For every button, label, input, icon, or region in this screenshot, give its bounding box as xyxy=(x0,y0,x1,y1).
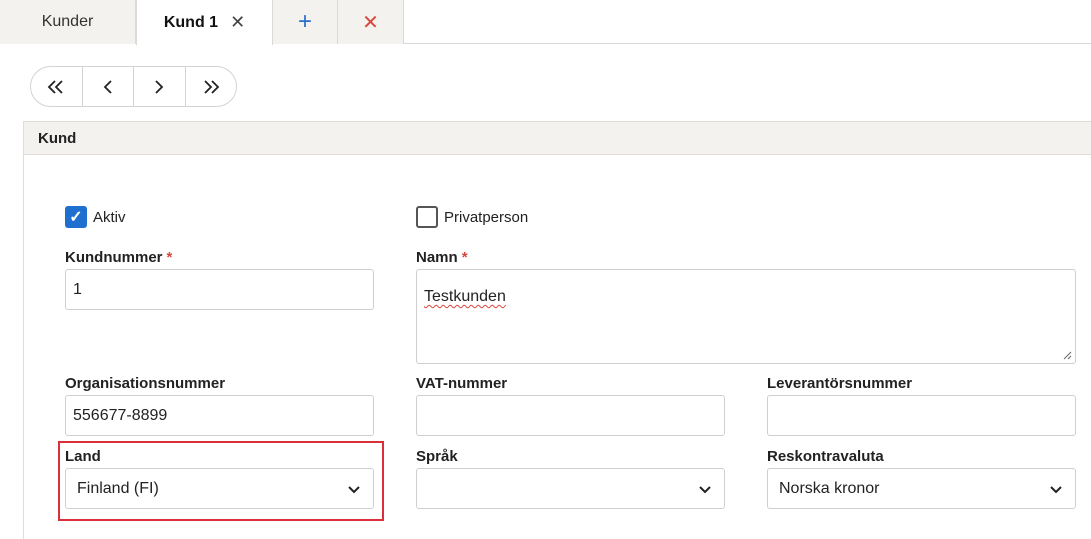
namn-textarea[interactable]: Testkunden xyxy=(416,269,1076,364)
double-chevron-right-icon xyxy=(204,79,220,94)
reskontravaluta-value: Norska kronor xyxy=(779,479,880,497)
vat-nummer-label: VAT-nummer xyxy=(416,375,508,392)
namn-label: Namn * xyxy=(416,249,468,266)
double-chevron-left-icon xyxy=(47,79,63,94)
leverantorsnummer-label: Leverantörsnummer xyxy=(767,375,913,392)
reskontravaluta-label: Reskontravaluta xyxy=(767,448,884,465)
kundnummer-label: Kundnummer * xyxy=(65,249,172,266)
namn-label-text: Namn xyxy=(416,249,458,266)
resize-handle-icon[interactable] xyxy=(1062,350,1072,360)
organisationsnummer-field[interactable]: 556677-8899 xyxy=(65,395,374,436)
panel-title: Kund xyxy=(24,122,1091,155)
plus-icon: + xyxy=(297,8,312,35)
chevron-down-icon xyxy=(1050,486,1062,494)
namn-value: Testkunden xyxy=(424,288,506,305)
add-tab-button[interactable]: + xyxy=(273,0,338,44)
close-icon: ✕ xyxy=(362,11,379,34)
kundnummer-label-text: Kundnummer xyxy=(65,249,163,266)
tab-kunder-label: Kunder xyxy=(41,13,94,30)
last-record-button[interactable] xyxy=(186,67,237,106)
sprak-label: Språk xyxy=(416,448,458,465)
kundnummer-field[interactable]: 1 xyxy=(65,269,374,310)
organisationsnummer-label: Organisationsnummer xyxy=(65,375,226,392)
tab-kund-1-label: Kund 1 xyxy=(163,13,219,31)
close-all-button[interactable]: ✕ xyxy=(338,0,404,44)
next-record-button[interactable] xyxy=(134,67,186,106)
sprak-select[interactable] xyxy=(416,468,725,509)
chevron-left-icon xyxy=(103,79,112,94)
tab-kunder[interactable]: Kunder xyxy=(0,0,136,44)
reskontravaluta-select[interactable]: Norska kronor xyxy=(767,468,1076,509)
tab-bar: Kunder Kund 1 ✕ + ✕ xyxy=(0,0,1091,45)
land-highlight-box xyxy=(58,441,384,521)
kundnummer-value: 1 xyxy=(73,280,82,298)
close-tab-icon[interactable]: ✕ xyxy=(230,12,245,33)
required-marker: * xyxy=(166,249,173,266)
previous-record-button[interactable] xyxy=(83,67,134,106)
aktiv-checkbox[interactable]: ✓ Aktiv xyxy=(65,206,126,228)
required-marker: * xyxy=(461,249,468,266)
record-pager xyxy=(30,66,237,107)
chevron-right-icon xyxy=(155,79,164,94)
privatperson-label: Privatperson xyxy=(444,208,529,226)
checkbox-checked-icon: ✓ xyxy=(65,206,87,228)
checkbox-unchecked-icon xyxy=(416,206,438,228)
leverantorsnummer-field[interactable] xyxy=(767,395,1076,436)
vat-nummer-field[interactable] xyxy=(416,395,725,436)
organisationsnummer-value: 556677-8899 xyxy=(73,406,168,424)
aktiv-label: Aktiv xyxy=(93,208,126,226)
chevron-down-icon xyxy=(699,486,711,494)
tab-kund-1[interactable]: Kund 1 ✕ xyxy=(136,0,273,45)
first-record-button[interactable] xyxy=(31,67,83,106)
privatperson-checkbox[interactable]: Privatperson xyxy=(416,206,528,228)
